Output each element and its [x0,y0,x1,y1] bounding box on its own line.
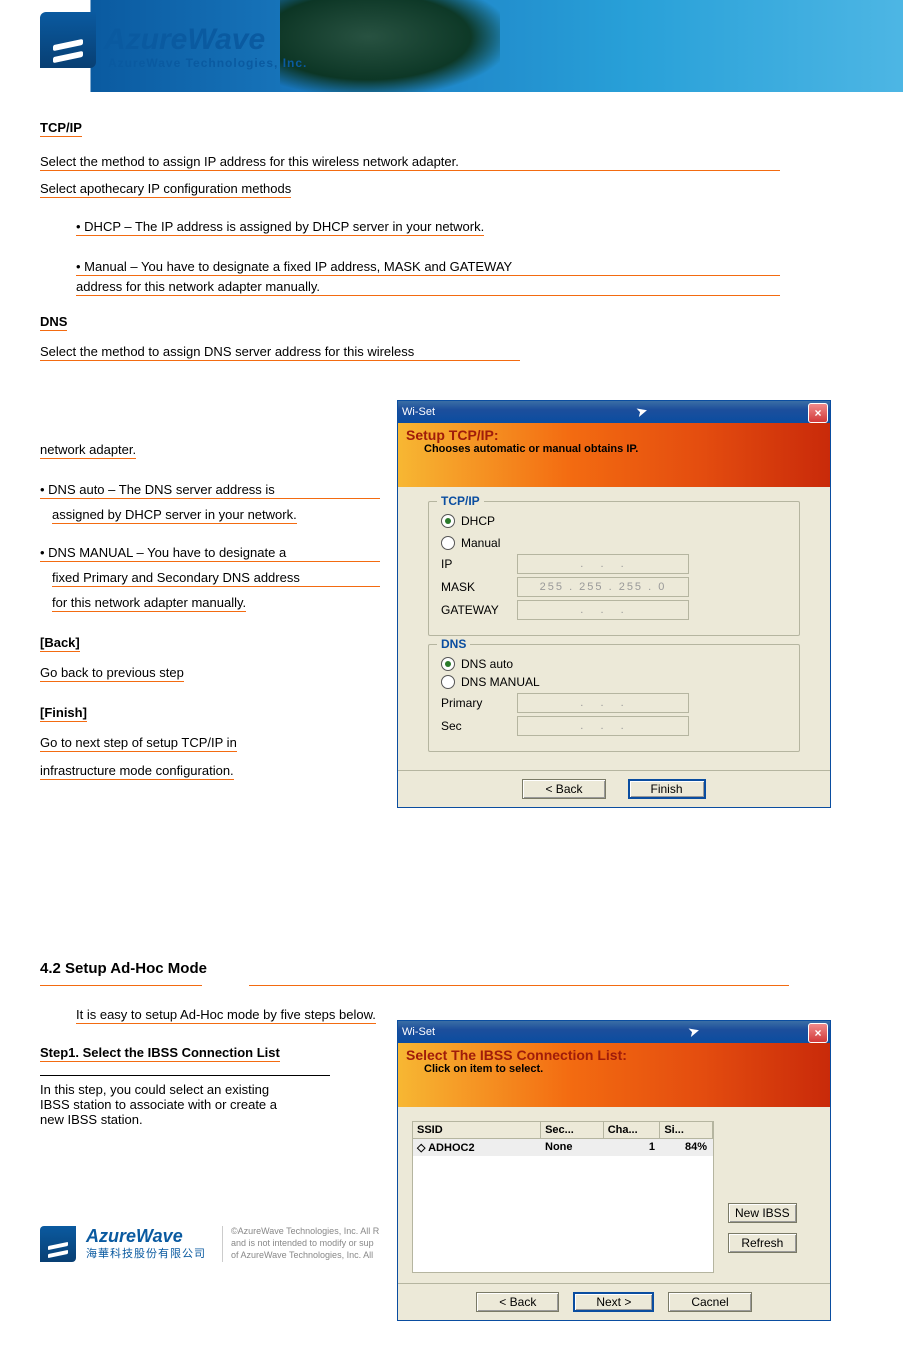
ibss-table[interactable]: SSID Sec... Cha... Si... ◇ ADHOC2 None 1… [412,1121,714,1273]
logo-tagline: AzureWave Technologies, Inc. [108,56,307,70]
group-label: DNS [437,637,470,651]
group-tcpip: TCP/IP DHCP Manual IP. . . MASK255 . 255… [428,501,800,636]
ip-input[interactable]: . . . [517,554,689,574]
dialog-body: SSID Sec... Cha... Si... ◇ ADHOC2 None 1… [398,1107,830,1283]
text: It is easy to setup Ad-Hoc mode by five … [76,1007,376,1024]
copyright: ©AzureWave Technologies, Inc. All R and … [222,1226,379,1261]
refresh-button[interactable]: Refresh [728,1233,797,1253]
heading-back: [Back] [40,635,80,652]
dialog-header-title: Setup TCP/IP: [406,427,822,443]
bullet-dns-auto-2: assigned by DHCP server in your network. [52,507,297,524]
col-si[interactable]: Si... [660,1122,713,1138]
table-header: SSID Sec... Cha... Si... [413,1122,713,1139]
field-sec: Sec. . . [441,716,787,736]
dialog-header-sub: Click on item to select. [424,1063,822,1075]
heading-finish: [Finish] [40,705,87,722]
primary-dns-input[interactable]: . . . [517,693,689,713]
dialog-header: Select The IBSS Connection List: Click o… [398,1043,830,1107]
cell-si: 84% [659,1139,711,1156]
page-footer: AzureWave 海華科技股份有限公司 ©AzureWave Technolo… [40,1226,379,1262]
bullet-manual-1: • Manual – You have to designate a fixed… [76,259,780,276]
side-buttons: New IBSS Refresh [728,1121,797,1273]
logo-text: AzureWave [104,23,265,57]
radio-dhcp[interactable]: DHCP [441,514,787,528]
radio-icon [441,675,455,689]
cursor-icon: ➤ [686,1022,702,1041]
group-label: TCP/IP [437,494,484,508]
col-cha[interactable]: Cha... [604,1122,661,1138]
dialog-footer: < Back Next > Cacnel [398,1283,830,1320]
dialog-header: Setup TCP/IP: Chooses automatic or manua… [398,423,830,487]
text: IBSS station to associate with or create… [40,1097,380,1112]
col-ssid[interactable]: SSID [413,1122,541,1138]
back-button[interactable]: < Back [476,1292,559,1312]
bullet-dns-auto-1: • DNS auto – The DNS server address is [40,482,380,499]
heading-tcpip: TCP/IP [40,120,82,137]
radio-icon [441,657,455,671]
cursor-icon: ➤ [634,402,650,421]
finish-button[interactable]: Finish [628,779,706,799]
bullet-manual-2: address for this network adapter manuall… [76,279,780,296]
footer-logo-text: AzureWave 海華科技股份有限公司 [86,1227,206,1261]
text: new IBSS station. [40,1112,380,1127]
gateway-input[interactable]: . . . [517,600,689,620]
dialog-titlebar[interactable]: Wi-Set ➤ × [398,401,830,423]
bullet-dns-manual-2: fixed Primary and Secondary DNS address [52,570,380,587]
dialog-header-title: Select The IBSS Connection List: [406,1047,822,1063]
text: infrastructure mode configuration. [40,763,234,780]
table-row[interactable]: ◇ ADHOC2 None 1 84% [413,1139,713,1156]
text: network adapter. [40,442,136,459]
radio-manual[interactable]: Manual [441,536,787,550]
cell-ssid: ◇ ADHOC2 [413,1139,541,1156]
text: Go back to previous step [40,665,184,682]
col-sec[interactable]: Sec... [541,1122,604,1138]
logo-icon [40,12,96,68]
text: Select the method to assign DNS server a… [40,344,520,361]
dialog-title-text: Wi-Set [402,406,435,418]
dialog-footer: < Back Finish [398,770,830,807]
header-banner: AzureWave AzureWave Technologies, Inc. [0,0,903,92]
sec-dns-input[interactable]: . . . [517,716,689,736]
cell-cha: 1 [603,1139,659,1156]
banner-decoration [280,0,500,92]
dialog-tcpip: Wi-Set ➤ × Setup TCP/IP: Chooses automat… [397,400,831,808]
footer-logo-icon [40,1226,76,1262]
new-ibss-button[interactable]: New IBSS [728,1203,797,1223]
group-dns: DNS DNS auto DNS MANUAL Primary. . . Sec… [428,644,800,752]
mask-input[interactable]: 255 . 255 . 255 . 0 [517,577,689,597]
dialog-ibss: Wi-Set ➤ × Select The IBSS Connection Li… [397,1020,831,1321]
heading-step1: Step1. Select the IBSS Connection List [40,1045,280,1062]
text: Select apothecary IP configuration metho… [40,181,291,198]
bullet-dns-manual-3: for this network adapter manually. [52,595,246,612]
close-icon[interactable]: × [808,403,828,423]
field-ip: IP. . . [441,554,787,574]
section-tcpip: TCP/IP Select the method to assign IP ad… [40,120,780,364]
dialog-header-sub: Chooses automatic or manual obtains IP. [424,443,822,455]
field-mask: MASK255 . 255 . 255 . 0 [441,577,787,597]
bullet-dhcp: • DHCP – The IP address is assigned by D… [76,219,484,236]
radio-icon [441,514,455,528]
text: Go to next step of setup TCP/IP in [40,735,237,752]
cancel-button[interactable]: Cacnel [668,1292,751,1312]
heading-dns: DNS [40,314,67,331]
field-primary: Primary. . . [441,693,787,713]
dialog-titlebar[interactable]: Wi-Set ➤ × [398,1021,830,1043]
section-dns-items: network adapter. • DNS auto – The DNS se… [40,442,380,783]
radio-dns-auto[interactable]: DNS auto [441,657,787,671]
radio-icon [441,536,455,550]
bullet-dns-manual-1: • DNS MANUAL – You have to designate a [40,545,380,562]
dialog-title-text: Wi-Set [402,1026,435,1038]
heading-42: 4.2 Setup Ad-Hoc Mode [40,960,207,977]
radio-dns-manual[interactable]: DNS MANUAL [441,675,787,689]
next-button[interactable]: Next > [573,1292,654,1312]
cell-sec: None [541,1139,603,1156]
text: Select the method to assign IP address f… [40,154,780,171]
field-gateway: GATEWAY. . . [441,600,787,620]
dialog-body: TCP/IP DHCP Manual IP. . . MASK255 . 255… [398,487,830,770]
text: In this step, you could select an existi… [40,1082,380,1097]
section-step1-desc: In this step, you could select an existi… [40,1074,380,1127]
close-icon[interactable]: × [808,1023,828,1043]
back-button[interactable]: < Back [522,779,605,799]
